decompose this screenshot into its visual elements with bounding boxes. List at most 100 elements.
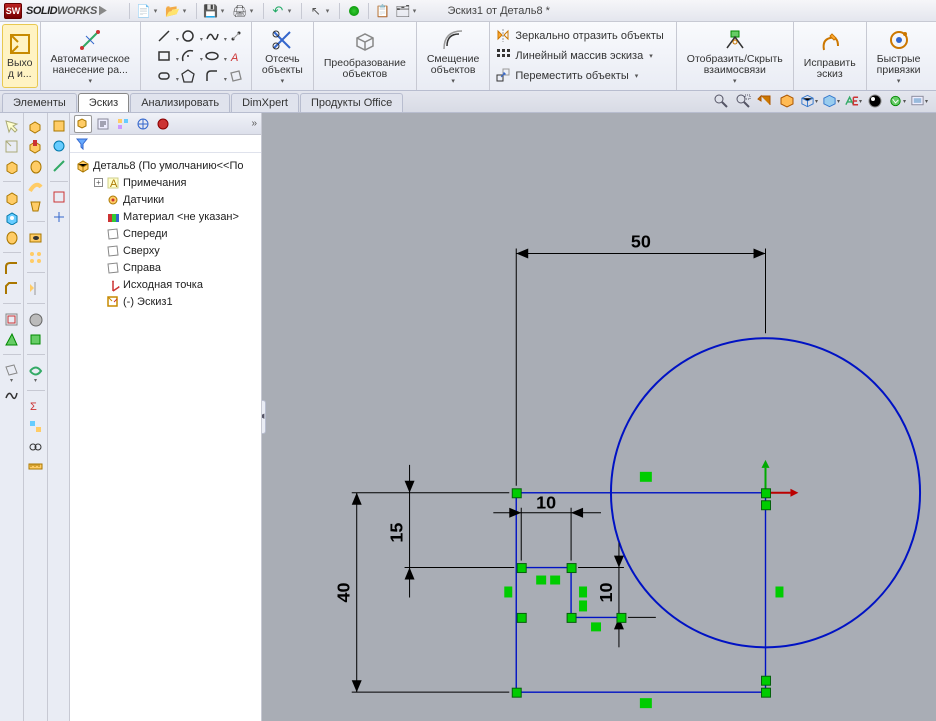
curves-icon[interactable] (3, 386, 21, 404)
tab-office[interactable]: Продукты Office (300, 93, 403, 112)
eq-icon[interactable]: Σ (27, 397, 45, 415)
dimension-10-h[interactable]: 10 (493, 493, 601, 561)
misc-icon-1[interactable] (50, 117, 68, 135)
mirror-3d-icon[interactable] (27, 279, 45, 297)
zoom-area-icon[interactable] (734, 92, 752, 110)
cut-extrude-icon[interactable] (3, 208, 21, 226)
dimension-10-v[interactable]: 10 (578, 543, 656, 648)
extrude-tool-icon[interactable] (3, 157, 21, 175)
tree-sketch1[interactable]: (-) Эскиз1 (90, 293, 259, 310)
misc-icon-3[interactable] (50, 157, 68, 175)
tree-top-plane[interactable]: Сверху (90, 242, 259, 259)
pattern-3d-icon[interactable] (27, 248, 45, 266)
rebuild-icon[interactable] (346, 3, 362, 19)
move-entities-button[interactable]: Переместить объекты ▾ (496, 66, 669, 85)
document-options-icon[interactable] (395, 3, 411, 19)
point-tool[interactable] (221, 26, 251, 46)
display-style-icon[interactable]: ▾ (822, 92, 840, 110)
misc-icon-2[interactable] (50, 137, 68, 155)
smart-dimension-button[interactable]: Автоматическое нанесение ра... ▾ (47, 24, 134, 88)
tab-dimxpert[interactable]: DimXpert (231, 93, 299, 112)
undo-icon[interactable] (270, 3, 286, 19)
sketch-tool-icon[interactable] (3, 137, 21, 155)
hide-show-icon[interactable]: ▾ (844, 92, 862, 110)
appearance-icon[interactable] (866, 92, 884, 110)
rib-icon[interactable] (3, 330, 21, 348)
repair-sketch-button[interactable]: Исправить эскиз (800, 24, 860, 88)
print-icon[interactable] (232, 3, 248, 19)
open-file-icon[interactable] (165, 3, 181, 19)
config-tab-icon[interactable] (114, 115, 132, 133)
filter-bar[interactable] (70, 135, 261, 153)
misc-icon-5[interactable] (50, 208, 68, 226)
dropdown-icon[interactable]: ▾ (733, 77, 737, 85)
dimension-40[interactable]: 40 (334, 493, 510, 692)
tab-features[interactable]: Элементы (2, 93, 77, 112)
dropdown-icon[interactable]: ▾ (288, 7, 295, 14)
dropdown-icon[interactable]: ▾ (326, 7, 333, 14)
appearance2-icon[interactable] (27, 330, 45, 348)
chamfer-icon[interactable] (3, 279, 21, 297)
property-tab-icon[interactable] (94, 115, 112, 133)
text-tool[interactable]: A (221, 46, 251, 66)
select-icon[interactable] (308, 3, 324, 19)
dropdown-icon[interactable]: ▾ (88, 77, 92, 85)
expand-icon[interactable]: + (94, 178, 103, 187)
tab-sketch[interactable]: Эскиз (78, 93, 129, 112)
new-document-icon[interactable] (136, 3, 152, 19)
tree-right-plane[interactable]: Справа (90, 259, 259, 276)
convert-entities-button[interactable]: Преобразование объектов (320, 24, 410, 88)
mirror-entities-button[interactable]: Зеркально отразить объекты (496, 26, 669, 45)
dropdown-icon[interactable]: ▾ (154, 7, 161, 14)
title-expand-icon[interactable] (99, 6, 107, 16)
dropdown-icon[interactable]: ▾ (34, 377, 37, 384)
dropdown-icon[interactable]: ▾ (649, 52, 653, 60)
tree-origin[interactable]: Исходная точка (90, 276, 259, 293)
material-icon[interactable] (27, 310, 45, 328)
tree-material[interactable]: Материал <не указан> (90, 208, 259, 225)
view-settings-icon[interactable]: ▾ (910, 92, 928, 110)
save-icon[interactable] (203, 3, 219, 19)
fillet-3d-icon[interactable] (3, 259, 21, 277)
dropdown-icon[interactable]: ▾ (10, 377, 13, 384)
sweep-icon[interactable] (27, 177, 45, 195)
cut-icon[interactable] (27, 137, 45, 155)
revolve-icon[interactable] (3, 228, 21, 246)
plane-tool[interactable] (221, 66, 251, 86)
graphics-area[interactable]: 50 40 15 (262, 113, 936, 721)
tree-front-plane[interactable]: Спереди (90, 225, 259, 242)
tree-sensors[interactable]: Датчики (90, 191, 259, 208)
trim-entities-button[interactable]: Отсечь объекты ▾ (258, 24, 307, 88)
dropdown-icon[interactable]: ▾ (451, 77, 455, 85)
display-relations-button[interactable]: Отобразить/Скрыть взаимосвязи ▾ (683, 24, 787, 88)
linear-pattern-button[interactable]: Линейный массив эскиза ▾ (496, 46, 669, 65)
dropdown-icon[interactable]: ▾ (281, 77, 285, 85)
dropdown-icon[interactable]: ▾ (897, 77, 901, 85)
dropdown-icon[interactable]: ▾ (635, 72, 639, 80)
quick-snaps-button[interactable]: Быстрые привязки ▾ (873, 24, 925, 88)
config-icon[interactable] (27, 417, 45, 435)
display-tab-icon[interactable] (154, 115, 172, 133)
measure-icon[interactable] (27, 457, 45, 475)
panel-chevron-icon[interactable]: » (251, 118, 257, 129)
zoom-fit-icon[interactable] (712, 92, 730, 110)
loft-icon[interactable] (27, 197, 45, 215)
sketch-rectangle[interactable] (516, 493, 765, 692)
view-orientation-icon[interactable]: ▾ (800, 92, 818, 110)
misc-icon-4[interactable] (50, 188, 68, 206)
revolve2-icon[interactable] (27, 157, 45, 175)
dropdown-icon[interactable]: ▾ (250, 7, 257, 14)
dropdown-icon[interactable]: ▾ (221, 7, 228, 14)
select-tool-icon[interactable] (3, 117, 21, 135)
tree-annotations[interactable]: + A Примечания (90, 174, 259, 191)
section-view-icon[interactable] (778, 92, 796, 110)
tab-evaluate[interactable]: Анализировать (130, 93, 230, 112)
dimension-15[interactable]: 15 (387, 465, 515, 598)
boss-extrude-icon[interactable] (3, 188, 21, 206)
dimxpert-tab-icon[interactable] (134, 115, 152, 133)
prev-view-icon[interactable] (756, 92, 774, 110)
mate-icon[interactable] (27, 437, 45, 455)
hole-icon[interactable] (27, 228, 45, 246)
tree-root[interactable]: Деталь8 (По умолчанию<<По (72, 157, 259, 174)
feature-tree-tab-icon[interactable] (74, 115, 92, 133)
